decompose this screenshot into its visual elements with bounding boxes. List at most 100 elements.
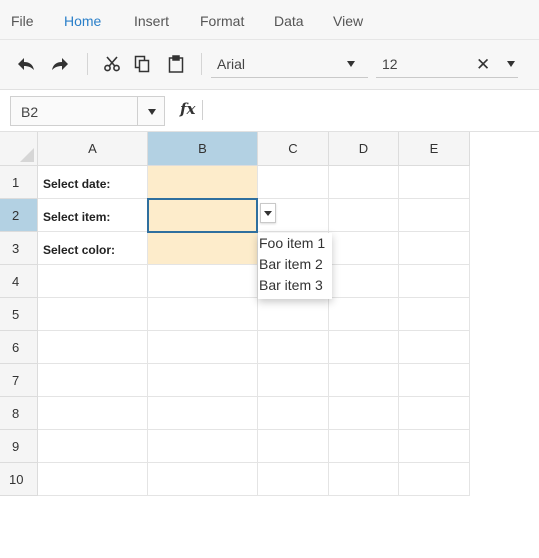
formula-bar: B2 fx [0,90,539,132]
cell-b7[interactable] [148,364,258,397]
cell-b1[interactable] [148,166,258,199]
cell-c6[interactable] [258,331,329,364]
cell-b3[interactable] [148,232,258,265]
cell-c5[interactable] [258,298,329,331]
cell-e8[interactable] [399,397,470,430]
font-size-select[interactable]: 12 ✕ [376,52,518,78]
toolbar-divider [201,53,202,75]
name-box[interactable]: B2 [10,96,165,126]
cell-c8[interactable] [258,397,329,430]
menu-home[interactable]: Home [64,13,101,29]
row-header-1[interactable]: 1 [0,166,38,199]
cell-b2[interactable] [147,198,258,233]
cell-d5[interactable] [329,298,399,331]
menu-insert[interactable]: Insert [134,13,169,29]
cell-b5[interactable] [148,298,258,331]
cell-a5[interactable] [38,298,148,331]
row-header-7[interactable]: 7 [0,364,38,397]
menu-view[interactable]: View [333,13,363,29]
cell-b8[interactable] [148,397,258,430]
cell-d3[interactable] [329,232,399,265]
font-family-value: Arial [217,56,246,72]
cell-e10[interactable] [399,463,470,496]
column-header-a[interactable]: A [38,132,148,166]
cell-d4[interactable] [329,265,399,298]
row-header-2[interactable]: 2 [0,199,38,232]
copy-icon[interactable] [130,52,154,76]
cell-a4[interactable] [38,265,148,298]
redo-icon[interactable] [48,52,72,76]
menu-file[interactable]: File [11,13,34,29]
row-header-4[interactable]: 4 [0,265,38,298]
undo-icon[interactable] [14,52,38,76]
column-header-d[interactable]: D [329,132,399,166]
chevron-down-icon[interactable] [148,109,156,115]
cell-dropdown-button[interactable] [260,203,276,223]
cell-e6[interactable] [399,331,470,364]
cell-d9[interactable] [329,430,399,463]
row-number: 5 [12,307,20,322]
cell-b10[interactable] [148,463,258,496]
row-number: 7 [12,373,20,388]
dropdown-option[interactable]: Foo item 1 [259,235,325,255]
row-header-5[interactable]: 5 [0,298,38,331]
menu-format[interactable]: Format [200,13,244,29]
toolbar: Arial 12 ✕ [0,40,539,90]
cell-e5[interactable] [399,298,470,331]
row-header-6[interactable]: 6 [0,331,38,364]
column-header-b[interactable]: B [148,132,258,166]
cell-d8[interactable] [329,397,399,430]
row-header-9[interactable]: 9 [0,430,38,463]
dropdown-option[interactable]: Bar item 2 [259,256,323,276]
row-number: 9 [12,439,20,454]
cell-text: Select item: [43,210,111,224]
column-header-c[interactable]: C [258,132,329,166]
item-dropdown-list: Foo item 1 Bar item 2 Bar item 3 [258,233,332,299]
cut-icon[interactable] [100,52,124,76]
cell-e2[interactable] [399,199,470,232]
cell-c9[interactable] [258,430,329,463]
cell-e9[interactable] [399,430,470,463]
cell-a9[interactable] [38,430,148,463]
cell-a10[interactable] [38,463,148,496]
cell-d2[interactable] [329,199,399,232]
row-header-3[interactable]: 3 [0,232,38,265]
cell-c10[interactable] [258,463,329,496]
cell-a1[interactable]: Select date: [38,166,148,199]
name-box-value: B2 [21,104,39,120]
cell-c7[interactable] [258,364,329,397]
column-header-e[interactable]: E [399,132,470,166]
row-number: 3 [12,241,20,256]
cell-d7[interactable] [329,364,399,397]
clear-format-icon[interactable]: ✕ [476,55,490,75]
cell-b4[interactable] [148,265,258,298]
cell-b9[interactable] [148,430,258,463]
menu-data[interactable]: Data [274,13,304,29]
cell-e3[interactable] [399,232,470,265]
cell-a3[interactable]: Select color: [38,232,148,265]
font-family-select[interactable]: Arial [211,52,368,78]
dropdown-option[interactable]: Bar item 3 [259,277,323,297]
row-header-10[interactable]: 10 [0,463,38,496]
cell-b6[interactable] [148,331,258,364]
select-all-corner[interactable] [0,132,38,166]
cell-e7[interactable] [399,364,470,397]
cell-a7[interactable] [38,364,148,397]
cell-d1[interactable] [329,166,399,199]
formula-divider [202,100,203,120]
chevron-down-icon [347,61,355,67]
cell-d6[interactable] [329,331,399,364]
row-number: 1 [12,175,20,190]
cell-e1[interactable] [399,166,470,199]
cell-d10[interactable] [329,463,399,496]
row-number: 2 [12,208,20,223]
cell-a8[interactable] [38,397,148,430]
chevron-down-icon [264,211,272,216]
cell-a6[interactable] [38,331,148,364]
paste-icon[interactable] [164,52,188,76]
row-header-8[interactable]: 8 [0,397,38,430]
chevron-down-icon [507,61,515,67]
cell-e4[interactable] [399,265,470,298]
cell-c1[interactable] [258,166,329,199]
cell-a2[interactable]: Select item: [38,199,148,232]
